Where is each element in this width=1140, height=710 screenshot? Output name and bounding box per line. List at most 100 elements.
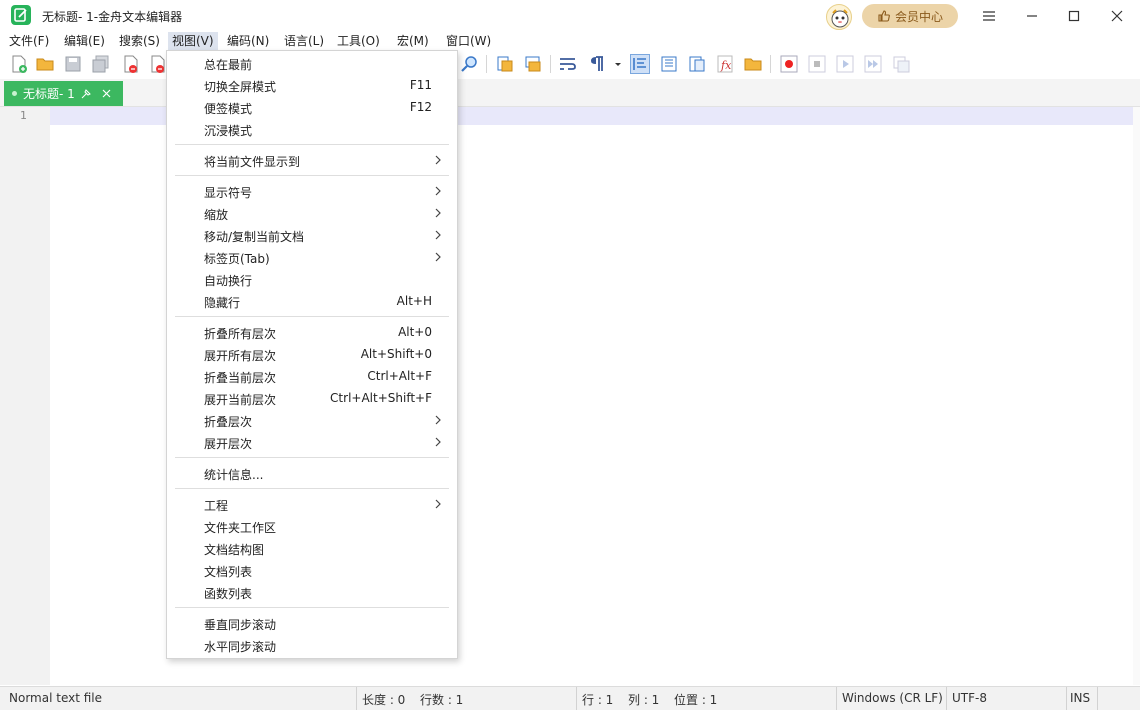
view-menu-item[interactable]: 移动/复制当前文档 [167, 224, 457, 246]
view-menu-item[interactable]: 折叠所有层次 Alt+0 [167, 321, 457, 343]
menu-view[interactable]: 视图(V) [168, 32, 218, 50]
app-logo-icon [11, 5, 31, 25]
menu-item-shortcut: F12 [409, 100, 432, 114]
view-menu-item[interactable]: 展开当前层次 Ctrl+Alt+Shift+F [167, 387, 457, 409]
toolbar-separator [550, 55, 551, 73]
close-file-icon[interactable] [121, 54, 141, 74]
status-separator [1066, 687, 1067, 710]
vertical-scrollbar[interactable] [1133, 107, 1140, 685]
mascot-avatar-icon[interactable] [826, 4, 852, 30]
doc-list-icon[interactable] [687, 54, 707, 74]
menu-tools[interactable]: 工具(O) [333, 32, 384, 50]
view-menu-item[interactable]: 总在最前 [167, 52, 457, 74]
maximize-icon[interactable] [1064, 6, 1084, 26]
tab-close-icon[interactable] [102, 89, 111, 98]
window-title: 无标题- 1-金舟文本编辑器 [42, 10, 183, 24]
chevron-right-icon [435, 155, 441, 165]
view-menu-item[interactable]: 隐藏行 Alt+H [167, 290, 457, 312]
view-menu-item[interactable]: 折叠层次 [167, 409, 457, 431]
new-file-icon[interactable] [9, 54, 29, 74]
view-menu-item[interactable]: 工程 [167, 493, 457, 515]
view-menu-item[interactable]: 垂直同步滚动 [167, 612, 457, 634]
save-all-icon[interactable] [91, 54, 111, 74]
status-mode: INS [1070, 691, 1091, 705]
sync-vertical-icon[interactable] [495, 54, 515, 74]
play-macro-icon[interactable] [835, 54, 855, 74]
menu-window[interactable]: 窗口(W) [442, 32, 495, 50]
menu-language[interactable]: 语言(L) [280, 32, 328, 50]
status-separator [946, 687, 947, 710]
open-folder-icon[interactable] [35, 54, 55, 74]
view-menu-item[interactable]: 统计信息... [167, 462, 457, 484]
chevron-right-icon [435, 415, 441, 425]
view-menu-item[interactable]: 折叠当前层次 Ctrl+Alt+F [167, 365, 457, 387]
menu-search[interactable]: 搜索(S) [115, 32, 164, 50]
status-row: 行 : 1 [582, 693, 614, 707]
view-menu-item[interactable]: 显示符号 [167, 180, 457, 202]
doc-map-icon[interactable] [659, 54, 679, 74]
record-macro-icon[interactable] [779, 54, 799, 74]
folder-workspace-icon[interactable] [743, 54, 763, 74]
view-menu-item[interactable]: 缩放 [167, 202, 457, 224]
view-menu-item[interactable]: 标签页(Tab) [167, 246, 457, 268]
save-macro-icon[interactable] [891, 54, 911, 74]
status-separator [356, 687, 357, 710]
menu-encoding[interactable]: 编码(N) [223, 32, 273, 50]
menu-item-label: 缩放 [204, 208, 229, 222]
view-menu-item[interactable]: 将当前文件显示到 [167, 149, 457, 171]
member-center-button[interactable]: 会员中心 [862, 4, 958, 28]
menu-item-shortcut: Ctrl+Alt+F [367, 369, 432, 383]
menu-edit[interactable]: 编辑(E) [60, 32, 109, 50]
sync-horizontal-icon[interactable] [523, 54, 543, 74]
status-length: 长度 : 0 [362, 693, 406, 707]
view-menu-item[interactable]: 文档结构图 [167, 537, 457, 559]
menu-item-label: 移动/复制当前文档 [204, 230, 305, 244]
menu-item-label: 文档列表 [204, 565, 253, 579]
stop-macro-icon[interactable] [807, 54, 827, 74]
menu-item-label: 切换全屏模式 [204, 80, 277, 94]
menu-item-label: 统计信息... [204, 468, 264, 482]
view-menu-item[interactable]: 展开所有层次 Alt+Shift+0 [167, 343, 457, 365]
status-bar: Normal text file 长度 : 0 行数 : 1 行 : 1 列 :… [0, 686, 1140, 710]
chevron-right-icon [435, 499, 441, 509]
play-multiple-icon[interactable] [863, 54, 883, 74]
menu-item-label: 文档结构图 [204, 543, 265, 557]
view-menu-item[interactable]: 文档列表 [167, 559, 457, 581]
view-menu-item[interactable]: 文件夹工作区 [167, 515, 457, 537]
toolbar-separator [770, 55, 771, 73]
close-all-icon[interactable] [148, 54, 168, 74]
minimize-icon[interactable] [1022, 6, 1042, 26]
indent-guide-icon[interactable] [630, 54, 650, 74]
dropdown-arrow-icon[interactable] [612, 54, 624, 74]
view-menu-item[interactable]: 切换全屏模式 F11 [167, 74, 457, 96]
pin-icon[interactable] [81, 88, 92, 99]
hamburger-menu-icon[interactable] [979, 6, 999, 26]
chevron-right-icon [435, 230, 441, 240]
tab-untitled-1[interactable]: 无标题- 1 [4, 81, 123, 106]
menu-separator [175, 144, 449, 145]
view-menu-item[interactable]: 自动换行 [167, 268, 457, 290]
menu-item-shortcut: Alt+Shift+0 [360, 347, 432, 361]
status-separator [836, 687, 837, 710]
word-wrap-icon[interactable] [558, 54, 578, 74]
view-menu-item[interactable]: 水平同步滚动 [167, 634, 457, 656]
find-icon[interactable] [460, 54, 480, 74]
close-window-icon[interactable] [1107, 6, 1127, 26]
menu-item-label: 展开当前层次 [204, 393, 277, 407]
function-list-icon[interactable]: fx [715, 54, 735, 74]
save-icon[interactable] [63, 54, 83, 74]
menu-item-label: 自动换行 [204, 274, 253, 288]
view-menu-item[interactable]: 沉浸模式 [167, 118, 457, 140]
menu-macro[interactable]: 宏(M) [393, 32, 433, 50]
menu-file[interactable]: 文件(F) [5, 32, 53, 50]
view-menu-item[interactable]: 函数列表 [167, 581, 457, 603]
show-symbols-icon[interactable] [587, 54, 607, 74]
view-menu-item[interactable]: 展开层次 [167, 431, 457, 453]
view-menu-item[interactable]: 便签模式 F12 [167, 96, 457, 118]
menu-item-label: 折叠所有层次 [204, 327, 277, 341]
menu-item-shortcut: Ctrl+Alt+Shift+F [330, 391, 432, 405]
menu-separator [175, 175, 449, 176]
menu-separator [175, 488, 449, 489]
status-separator [1097, 687, 1098, 710]
menu-item-shortcut: F11 [409, 78, 432, 92]
